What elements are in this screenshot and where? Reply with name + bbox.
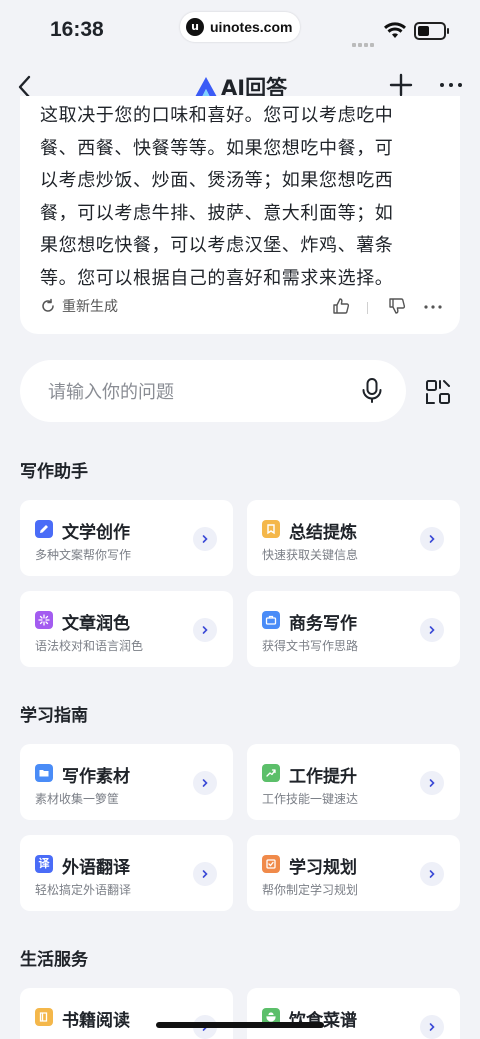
chevron-right-icon (193, 618, 217, 642)
card-subtitle: 轻松搞定外语翻译 (35, 883, 132, 897)
card-subtitle: 快速获取关键信息 (262, 548, 359, 562)
card-writing-material[interactable]: 写作素材 素材收集一箩筐 (20, 744, 233, 820)
regenerate-button[interactable]: 重新生成 (40, 296, 118, 316)
card-title: 总结提炼 (289, 523, 357, 543)
thumbs-up-icon[interactable] (332, 297, 350, 315)
card-polish[interactable]: 文章润色 语法校对和语言润色 (20, 591, 233, 667)
bookmark-icon (262, 520, 280, 538)
card-book-reading[interactable]: 书籍阅读 (20, 988, 233, 1039)
card-subtitle: 工作技能一键速达 (262, 792, 359, 806)
divider (367, 302, 368, 314)
answer-line: 这取决于您的口味和喜好。您可以考虑吃中 (40, 105, 394, 126)
chevron-right-icon (420, 862, 444, 886)
answer-actions: 重新生成 (40, 296, 450, 322)
card-title: 文章润色 (62, 614, 130, 634)
microphone-icon[interactable] (360, 377, 384, 405)
answer-text: 这取决于您的口味和喜好。您可以考虑吃中 餐、西餐、快餐等等。如果您想吃中餐，可 … (40, 100, 430, 295)
section-title-study: 学习指南 (20, 706, 88, 726)
chevron-right-icon (193, 527, 217, 551)
translate-icon: 译 (35, 855, 53, 873)
wifi-icon (384, 22, 406, 38)
section-title-life: 生活服务 (20, 950, 88, 970)
watermark-badge: u uinotes.com (180, 12, 300, 42)
regenerate-label: 重新生成 (62, 299, 118, 315)
answer-line: 餐，可以考虑牛排、披萨、意大利面等；如 (40, 202, 394, 224)
growth-icon (262, 764, 280, 782)
status-bar: 16:38 u uinotes.com (0, 0, 480, 62)
card-title: 文学创作 (62, 523, 130, 543)
watermark-text: uinotes.com (210, 19, 293, 35)
card-subtitle: 多种文案帮你写作 (35, 548, 132, 562)
pencil-icon (35, 520, 53, 538)
question-input[interactable]: 请输入你的问题 (20, 360, 406, 422)
card-study-plan[interactable]: 学习规划 帮你制定学习规划 (247, 835, 460, 911)
folder-icon (35, 764, 53, 782)
chevron-right-icon (193, 862, 217, 886)
book-icon (35, 1008, 53, 1026)
card-title: 书籍阅读 (62, 1011, 130, 1031)
answer-card: 这取决于您的口味和喜好。您可以考虑吃中 餐、西餐、快餐等等。如果您想吃中餐，可 … (20, 96, 460, 334)
checklist-icon (262, 855, 280, 873)
card-summary[interactable]: 总结提炼 快速获取关键信息 (247, 500, 460, 576)
card-title: 工作提升 (289, 767, 357, 787)
question-input-placeholder: 请输入你的问题 (48, 382, 174, 403)
ai-logo-icon (195, 77, 217, 97)
refresh-icon (42, 298, 54, 312)
thumbs-down-icon[interactable] (388, 297, 406, 315)
chevron-right-icon (420, 618, 444, 642)
card-title: 外语翻译 (62, 858, 130, 878)
card-literary-creation[interactable]: 文学创作 多种文案帮你写作 (20, 500, 233, 576)
answer-line: 果您想吃快餐，可以考虑汉堡、炸鸡、薯条 (40, 235, 394, 256)
chevron-right-icon (420, 1015, 444, 1039)
cellular-signal-icon (352, 32, 380, 47)
sparkle-icon (35, 611, 53, 629)
watermark-logo-icon: u (186, 18, 204, 36)
card-subtitle: 语法校对和语言润色 (35, 639, 144, 653)
card-subtitle: 帮你制定学习规划 (262, 883, 359, 897)
card-translation[interactable]: 译 外语翻译 轻松搞定外语翻译 (20, 835, 233, 911)
card-title: 学习规划 (289, 858, 357, 878)
home-indicator[interactable] (156, 1022, 324, 1028)
status-time: 16:38 (50, 18, 104, 41)
battery-icon (414, 22, 449, 40)
briefcase-icon (262, 611, 280, 629)
card-work-improvement[interactable]: 工作提升 工作技能一键速达 (247, 744, 460, 820)
section-title-writing: 写作助手 (20, 462, 88, 482)
card-subtitle: 获得文书写作思路 (262, 639, 359, 653)
scan-icon[interactable] (424, 378, 452, 406)
chevron-right-icon (420, 527, 444, 551)
card-business-writing[interactable]: 商务写作 获得文书写作思路 (247, 591, 460, 667)
answer-more-icon[interactable] (422, 296, 444, 318)
card-title: 商务写作 (289, 614, 357, 634)
answer-line: 餐、西餐、快餐等等。如果您想吃中餐，可 (40, 137, 394, 159)
card-title: 写作素材 (62, 767, 130, 787)
chevron-right-icon (420, 771, 444, 795)
card-recipe[interactable]: 饮食菜谱 (247, 988, 460, 1039)
answer-line: 以考虑炒饭、炒面、煲汤等；如果您想吃西 (40, 170, 394, 191)
chevron-right-icon (193, 771, 217, 795)
card-subtitle: 素材收集一箩筐 (35, 792, 120, 806)
answer-line: 等。您可以根据自己的喜好和需求来选择。 (40, 267, 394, 289)
